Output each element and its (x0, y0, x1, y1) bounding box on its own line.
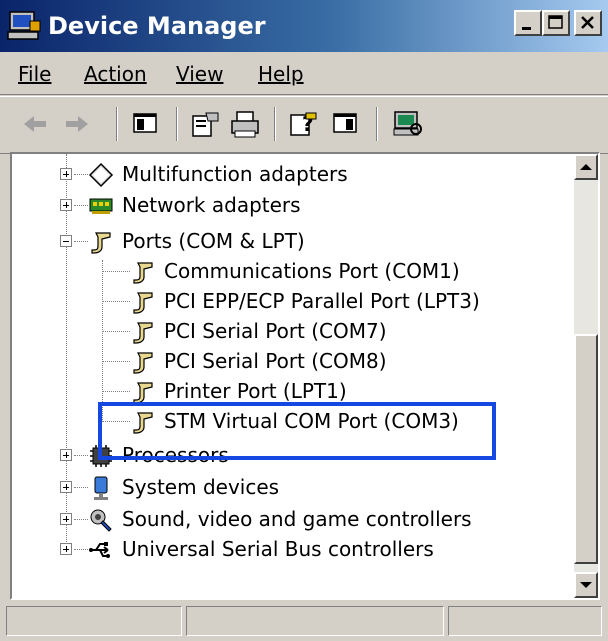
vertical-scrollbar[interactable] (574, 154, 598, 598)
title-bar[interactable]: Device Manager (0, 0, 608, 52)
status-pane (448, 606, 602, 636)
status-pane (186, 606, 444, 636)
port-icon (91, 232, 111, 254)
forward-button[interactable] (60, 107, 94, 141)
print-icon (231, 111, 259, 138)
tree-item-label: Universal Serial Bus controllers (122, 537, 434, 561)
properties-icon (192, 112, 219, 137)
toolbar-separator (376, 107, 378, 141)
device-manager-icon (7, 11, 41, 40)
tree-connector (74, 549, 88, 551)
menu-file-label: File (18, 62, 52, 86)
tree-connector (74, 519, 88, 521)
tree-item-label: Network adapters (122, 193, 301, 217)
back-icon (24, 116, 46, 132)
port-icon (133, 292, 153, 314)
sound-icon (90, 509, 112, 532)
tree-connector (74, 241, 88, 243)
console-view-icon (333, 113, 357, 133)
tree-connector (74, 455, 88, 457)
tree-connector (74, 205, 88, 207)
close-icon (581, 16, 594, 29)
status-pane (6, 606, 182, 636)
tree-item-label: PCI Serial Port (COM8) (164, 349, 387, 373)
help-icon: ? (290, 112, 317, 136)
highlight-box (98, 402, 496, 460)
network-adapter-icon (89, 198, 113, 214)
tree-connector (102, 271, 130, 273)
expand-toggle[interactable] (60, 513, 72, 525)
console-view-button[interactable] (328, 107, 362, 141)
tree-connector (102, 301, 130, 303)
scan-hardware-button[interactable] (390, 107, 424, 141)
toolbar: ? (0, 96, 608, 154)
tree-item-label: System devices (122, 475, 280, 499)
tree-item-label: Communications Port (COM1) (164, 259, 460, 283)
tree-connector (102, 361, 130, 363)
scroll-up-button[interactable] (574, 154, 598, 180)
port-icon (133, 352, 153, 374)
tree-item-label: Sound, video and game controllers (122, 507, 472, 531)
scroll-down-button[interactable] (574, 572, 598, 598)
tree-connector (74, 174, 88, 176)
scroll-thumb[interactable] (574, 334, 598, 564)
device-manager-window: Device Manager File Action View Help ? M… (0, 0, 608, 641)
toolbar-separator (274, 107, 276, 141)
menu-file[interactable]: File (18, 61, 51, 87)
port-icon (133, 322, 153, 344)
help-button[interactable]: ? (286, 107, 320, 141)
usb-icon (89, 542, 110, 558)
show-hide-tree-button[interactable] (128, 107, 162, 141)
port-icon (133, 262, 153, 284)
multifunction-icon (88, 162, 114, 188)
arrow-up-icon (580, 164, 592, 170)
tree-connector (74, 487, 88, 489)
tree-item-label: PCI Serial Port (COM7) (164, 319, 387, 343)
minimize-button[interactable] (514, 10, 542, 36)
forward-icon (66, 116, 88, 132)
properties-button[interactable] (188, 107, 222, 141)
arrow-down-icon (580, 582, 592, 588)
menu-help[interactable]: Help (258, 61, 304, 87)
show-hide-tree-icon (133, 113, 157, 133)
menu-action-label: Action (84, 62, 147, 86)
collapse-toggle[interactable] (60, 235, 72, 247)
window-title: Device Manager (48, 12, 266, 40)
print-button[interactable] (228, 107, 262, 141)
menu-action[interactable]: Action (84, 61, 147, 87)
scan-hardware-icon (393, 111, 422, 136)
menu-bar: File Action View Help (0, 54, 608, 95)
toolbar-separator (116, 107, 118, 141)
close-button[interactable] (574, 10, 602, 36)
expand-toggle[interactable] (60, 543, 72, 555)
maximize-icon (548, 15, 563, 29)
menu-help-label: Help (258, 62, 304, 86)
tree-connector (102, 391, 130, 393)
expand-toggle[interactable] (60, 199, 72, 211)
tree-item-label: PCI EPP/ECP Parallel Port (LPT3) (164, 289, 480, 313)
tree-connector (102, 260, 104, 422)
tree-item-label: Multifunction adapters (122, 162, 348, 186)
back-button[interactable] (18, 107, 52, 141)
menu-view-label: View (176, 62, 224, 86)
menu-view[interactable]: View (176, 61, 223, 87)
expand-toggle[interactable] (60, 168, 72, 180)
tree-item-label: Ports (COM & LPT) (122, 229, 305, 253)
minimize-icon (522, 27, 531, 30)
expand-toggle[interactable] (60, 449, 72, 461)
toolbar-separator (176, 107, 178, 141)
system-device-icon (94, 476, 108, 500)
tree-connector (102, 331, 130, 333)
expand-toggle[interactable] (60, 481, 72, 493)
maximize-button[interactable] (542, 10, 570, 36)
status-bar (0, 602, 608, 641)
device-tree[interactable]: Multifunction adapters Network adapters … (10, 152, 600, 600)
